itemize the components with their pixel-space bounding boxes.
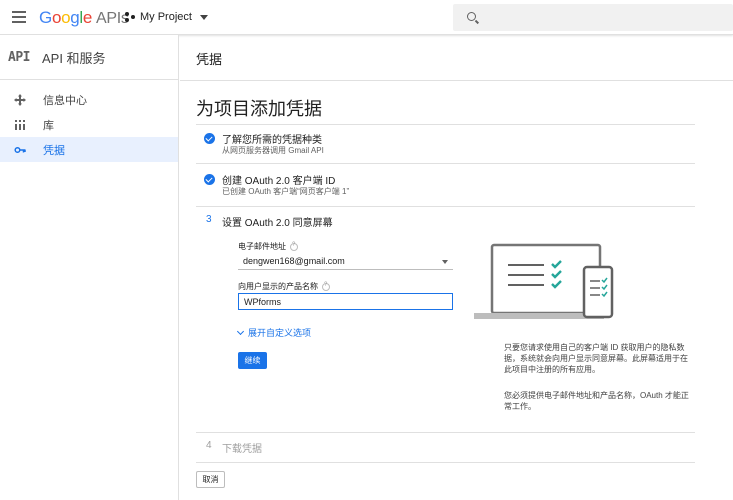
- check-circle-icon: [204, 133, 215, 144]
- key-icon: [14, 146, 26, 153]
- divider: [196, 163, 695, 164]
- step-title: 设置 OAuth 2.0 同意屏幕: [222, 218, 333, 229]
- sidebar-item-credentials[interactable]: 凭据: [0, 137, 178, 162]
- step-subtitle: 从网页服务器调用 Gmail API: [222, 146, 324, 155]
- divider: [196, 462, 695, 463]
- google-apis-logo[interactable]: Google APIs: [39, 8, 129, 28]
- search-input[interactable]: [453, 4, 733, 31]
- step-title: 了解您所需的凭据种类: [222, 135, 322, 146]
- product-name-input[interactable]: [238, 293, 453, 310]
- step-2[interactable]: 创建 OAuth 2.0 客户端 ID 已创建 OAuth 客户端“网页客户端 …: [196, 165, 695, 205]
- sidebar-header: API API 和服务: [0, 35, 178, 80]
- expand-options-label: 展开自定义选项: [248, 328, 312, 338]
- step-title: 下载凭据: [222, 444, 262, 455]
- sidebar: API API 和服务 信息中心 库 凭据: [0, 35, 179, 500]
- chevron-down-icon: [236, 327, 245, 336]
- sidebar-item-dashboard[interactable]: 信息中心: [0, 87, 178, 112]
- continue-button[interactable]: 继续: [238, 352, 267, 369]
- email-select-value: dengwen168@gmail.com: [243, 256, 345, 266]
- sidebar-item-library[interactable]: 库: [0, 112, 178, 137]
- project-name: My Project: [140, 11, 192, 23]
- logo-letter: G: [39, 8, 52, 27]
- logo-letter: o: [61, 8, 71, 27]
- dashboard-icon: [14, 93, 26, 106]
- menu-icon[interactable]: [12, 11, 26, 23]
- chevron-down-icon: [199, 14, 208, 20]
- step-1[interactable]: 了解您所需的凭据种类 从网页服务器调用 Gmail API: [196, 125, 695, 163]
- sidebar-item-label: 信息中心: [43, 94, 87, 107]
- email-label-text: 电子邮件地址: [238, 242, 286, 251]
- step-number: 3: [206, 214, 212, 225]
- top-app-bar: Google APIs My Project: [0, 0, 733, 35]
- search-icon: [467, 12, 476, 21]
- step-number: 4: [206, 440, 212, 451]
- step-4: 4 下载凭据: [196, 433, 695, 461]
- product-label-text: 向用户显示的产品名称: [238, 282, 318, 291]
- project-selector[interactable]: My Project: [124, 11, 208, 23]
- logo-letter: e: [82, 8, 93, 27]
- sidebar-item-label: 库: [43, 119, 54, 132]
- logo-letter: o: [51, 8, 62, 27]
- page-title: 为项目添加凭据: [196, 99, 322, 119]
- help-icon[interactable]: [322, 282, 330, 291]
- step-3: 3 设置 OAuth 2.0 同意屏幕 电子邮件地址 dengwen168@gm…: [196, 207, 695, 432]
- step-title: 创建 OAuth 2.0 客户端 ID: [222, 176, 336, 187]
- help-icon[interactable]: [290, 242, 298, 251]
- step-subtitle: 已创建 OAuth 客户端“网页客户端 1”: [222, 187, 350, 196]
- check-circle-icon: [204, 174, 215, 185]
- dropdown-arrow-icon: [442, 260, 448, 264]
- devices-illustration-icon: [474, 243, 614, 319]
- product-name-label: 向用户显示的产品名称: [238, 281, 330, 292]
- header-divider: [180, 80, 733, 81]
- page-breadcrumb: 凭据: [196, 52, 223, 67]
- library-icon: [15, 119, 25, 130]
- email-label: 电子邮件地址: [238, 241, 298, 252]
- expand-options-link[interactable]: 展开自定义选项: [236, 326, 312, 339]
- api-badge: API: [8, 49, 30, 65]
- main-content: 凭据 为项目添加凭据 了解您所需的凭据种类 从网页服务器调用 Gmail API…: [180, 35, 733, 500]
- project-dots-icon: [125, 12, 135, 22]
- oauth-note: 您必须提供电子邮件地址和产品名称，OAuth 才能正常工作。: [504, 391, 689, 411]
- email-select[interactable]: dengwen168@gmail.com: [238, 254, 453, 270]
- consent-note: 只要您请求使用自己的客户端 ID 获取用户的隐私数据，系统就会向用户显示同意屏幕…: [504, 343, 688, 374]
- sidebar-title: API 和服务: [41, 50, 106, 66]
- cancel-button[interactable]: 取消: [196, 471, 225, 488]
- sidebar-item-label: 凭据: [43, 144, 65, 157]
